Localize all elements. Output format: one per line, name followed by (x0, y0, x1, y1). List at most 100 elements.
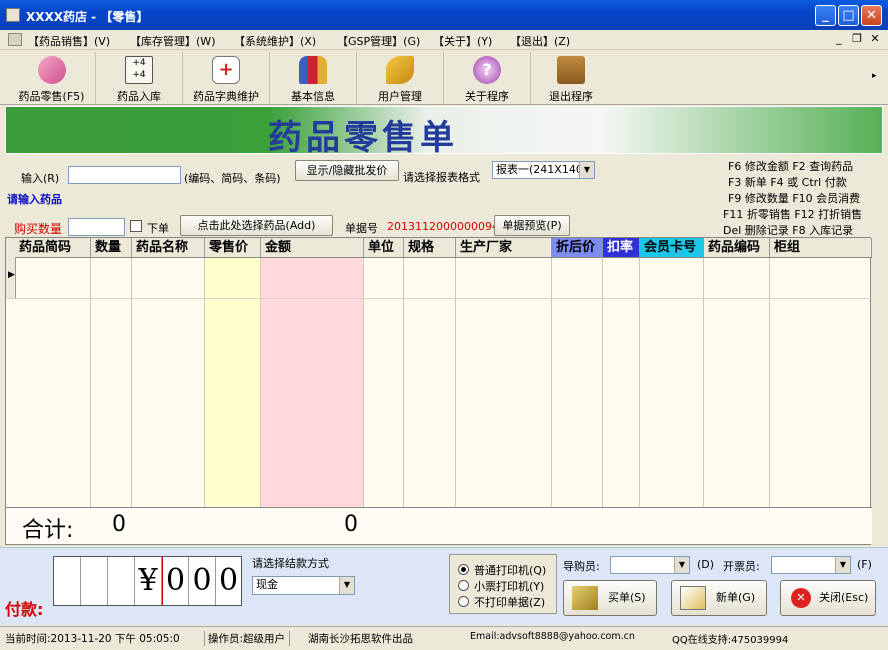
col-header[interactable]: 药品编码 (704, 238, 770, 257)
status-bar: 当前时间:2013-11-20 下午 05:05:0 操作员:超级用户 湖南长沙… (0, 626, 888, 650)
hotkey-line: F3 新单 F4 或 Ctrl 付款 (728, 176, 847, 189)
col-header[interactable]: 会员卡号 (640, 238, 704, 257)
minimize-button[interactable]: _ (815, 5, 836, 26)
drug-input[interactable] (68, 166, 181, 184)
mdi-restore-icon[interactable]: ❐ (850, 32, 864, 46)
print-normal-radio[interactable] (458, 564, 469, 575)
col-header[interactable]: 药品名称 (132, 238, 205, 257)
exit-sign-icon (557, 56, 585, 84)
print-receipt-radio[interactable] (458, 580, 469, 591)
mdi-close-icon[interactable]: ✕ (868, 32, 882, 46)
below-checkbox[interactable] (130, 220, 142, 232)
receipt-no-label: 单据号 (345, 222, 378, 235)
input-hint: (编码、简码、条码) (184, 172, 281, 185)
toolbar-about-button[interactable]: ? 关于程序 (444, 52, 531, 104)
col-header[interactable]: 数量 (91, 238, 132, 257)
menu-bar: 【药品销售】(V) 【库存管理】(W) 【系统维护】(X) 【GSP管理】(G)… (0, 30, 888, 50)
buyer-label: 导购员: (563, 560, 600, 573)
grid-column (456, 257, 552, 507)
col-header[interactable]: 折后价 (552, 238, 603, 257)
menu-about[interactable]: 【关于】(Y) (433, 33, 492, 49)
grid-column (6, 257, 91, 507)
toolbar-user-mgmt-button[interactable]: 用户管理 (357, 52, 444, 104)
digit-cell (54, 557, 81, 605)
issuer-label: 开票员: (723, 560, 760, 573)
sales-grid[interactable]: 药品简码 数量 药品名称 零售价 金额 单位 规格 生产厂家 折后价 扣率 会员… (5, 237, 872, 545)
issuer-select[interactable]: ▼ (771, 556, 851, 574)
grid-column (91, 257, 132, 507)
total-amount: 0 (344, 512, 358, 537)
grid-column (132, 257, 205, 507)
help-icon: ? (473, 56, 501, 84)
grid-column (404, 257, 456, 507)
grid-column (603, 257, 640, 507)
mdi-minimize-icon[interactable]: _ (832, 32, 846, 46)
col-header[interactable]: 扣率 (603, 238, 640, 257)
digit-cell: ¥ (135, 557, 162, 605)
payment-label: 付款: (5, 600, 44, 619)
total-label: 合计: (22, 518, 74, 543)
col-header[interactable]: 规格 (404, 238, 456, 257)
menu-inventory[interactable]: 【库存管理】(W) (130, 33, 215, 49)
toolbar-exit-button[interactable]: 退出程序 (531, 52, 611, 104)
grid-line (6, 257, 872, 258)
status-qq: QQ在线支持:475039994 (672, 635, 789, 646)
app-icon (6, 8, 20, 22)
calculator-icon: +4 +4 (125, 56, 153, 84)
digit-cell (108, 557, 135, 605)
chevron-down-icon: ▼ (579, 162, 594, 178)
menu-exit[interactable]: 【退出】(Z) (510, 33, 570, 49)
close-button[interactable]: ✕ 关闭(Esc) (780, 580, 876, 616)
menu-app-icon (8, 33, 22, 46)
hotkey-line: Del 删除记录 F8 入库记录 (723, 224, 854, 237)
grid-column-price (205, 257, 261, 507)
maximize-button[interactable]: □ (838, 5, 859, 26)
menu-gsp[interactable]: 【GSP管理】(G) (337, 33, 420, 49)
col-header[interactable]: 金额 (261, 238, 364, 257)
row-indicator[interactable]: ▶ (6, 257, 16, 298)
input-label: 输入(R) (21, 172, 60, 185)
first-aid-kit-icon: + (212, 56, 240, 84)
col-header[interactable]: 生产厂家 (456, 238, 552, 257)
buyer-key: (D) (697, 558, 715, 571)
hotkey-line: F6 修改金额 F2 查询药品 (728, 160, 854, 173)
toolbar-retail-button[interactable]: 药品零售(F5) (8, 52, 96, 104)
toolbar-stock-in-button[interactable]: +4 +4 药品入库 (96, 52, 183, 104)
chevron-down-icon: ▼ (674, 557, 689, 573)
payment-display: ¥ 0 0 0 (53, 556, 242, 606)
people-icon (299, 56, 327, 84)
menu-drug-sales[interactable]: 【药品销售】(V) (28, 33, 110, 49)
keys-icon (386, 56, 414, 84)
select-drug-button[interactable]: 点击此处选择药品(Add) (180, 215, 333, 236)
payment-method-select[interactable]: 现金 ▼ (252, 576, 355, 595)
digit-cell: 0 (218, 563, 239, 598)
row-pointer-icon: ▶ (8, 270, 15, 280)
toolbar-overflow-icon[interactable]: ▸ (872, 71, 877, 81)
buyer-select[interactable]: ▼ (610, 556, 690, 574)
qty-label: 购买数量 (14, 222, 63, 236)
col-header[interactable]: 柜组 (770, 238, 872, 257)
new-bill-button[interactable]: 新单(G) (671, 580, 767, 616)
toolbar-basic-info-button[interactable]: 基本信息 (270, 52, 357, 104)
preview-button[interactable]: 单据预览(P) (494, 215, 570, 236)
toolbar-dictionary-button[interactable]: + 药品字典维护 (183, 52, 270, 104)
total-row: 合计: 0 0 (6, 507, 872, 544)
digit-cell: 0 (162, 557, 189, 605)
col-header[interactable]: 零售价 (205, 238, 261, 257)
total-qty: 0 (112, 512, 126, 537)
grid-column (704, 257, 770, 507)
digit-cell: 0 (189, 557, 216, 605)
title-bar: XXXX药店 - 【零售】 _ □ ✕ (0, 0, 888, 30)
col-header[interactable]: 药品简码 (6, 238, 91, 257)
close-window-button[interactable]: ✕ (861, 5, 882, 26)
banner-title: 药品零售单 (268, 118, 458, 158)
checkout-button[interactable]: 买单(S) (563, 580, 657, 616)
qty-input[interactable] (68, 218, 125, 236)
no-print-radio[interactable] (458, 596, 469, 607)
menu-system[interactable]: 【系统维护】(X) (234, 33, 316, 49)
report-format-select[interactable]: 报表一(241X140 ▼ (492, 161, 595, 179)
grid-column (364, 257, 404, 507)
toggle-batch-price-button[interactable]: 显示/隐藏批发价 (295, 160, 399, 181)
col-header[interactable]: 单位 (364, 238, 404, 257)
status-time: 当前时间:2013-11-20 下午 05:05:0 (5, 631, 205, 646)
